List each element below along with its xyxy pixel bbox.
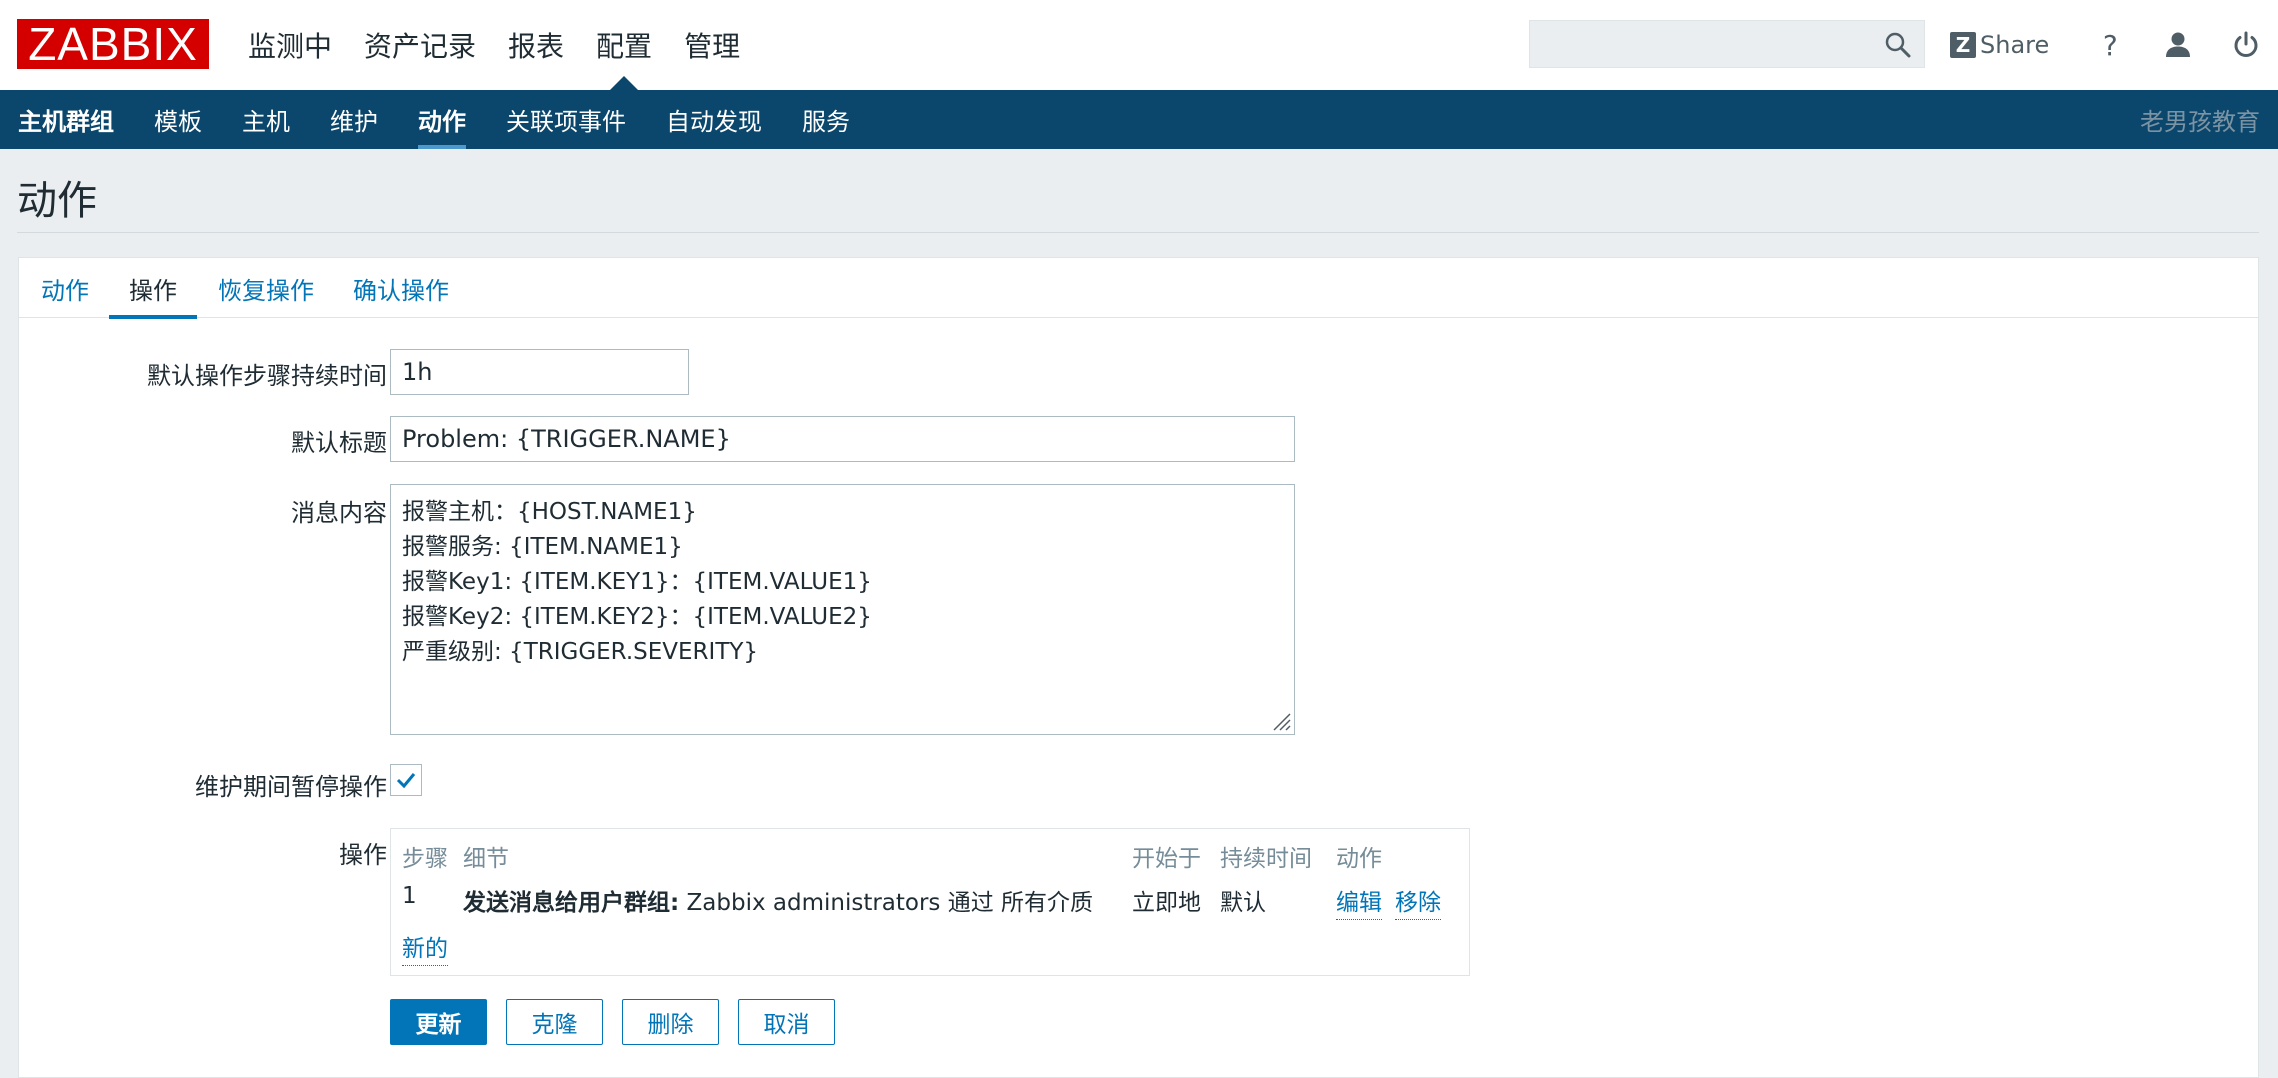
subnav-services[interactable]: 服务 <box>802 90 850 149</box>
update-button[interactable]: 更新 <box>390 999 487 1045</box>
tab-operations[interactable]: 操作 <box>109 258 197 319</box>
row-details: 发送消息给用户群组: Zabbix administrators 通过 所有介质 <box>463 883 1093 917</box>
row-details-target: Zabbix administrators 通过 所有介质 <box>679 890 1094 916</box>
search-icon[interactable] <box>1884 31 1912 59</box>
row-duration: 默认 <box>1220 890 1266 916</box>
form-tabs: 动作 操作 恢复操作 确认操作 <box>19 258 2258 319</box>
tab-ack-operations[interactable]: 确认操作 <box>353 258 449 318</box>
resize-grip-icon[interactable] <box>1270 710 1292 732</box>
message-line: 报警主机：{HOST.NAME1} <box>402 499 697 525</box>
subject-label: 默认标题 <box>291 429 387 457</box>
subnav-host-groups[interactable]: 主机群组 <box>18 90 114 149</box>
search-input[interactable] <box>1529 20 1925 68</box>
message-line: 严重级别: {TRIGGER.SEVERITY} <box>402 639 759 665</box>
row-details-type: 发送消息给用户群组: <box>463 890 680 916</box>
user-profile-icon[interactable] <box>2161 28 2195 62</box>
tab-action[interactable]: 动作 <box>41 258 89 318</box>
message-line: 报警服务: {ITEM.NAME1} <box>402 534 683 560</box>
menu-administration[interactable]: 管理 <box>668 0 756 90</box>
pause-checkbox[interactable] <box>390 764 422 796</box>
subnav-templates[interactable]: 模板 <box>154 90 202 149</box>
col-action: 动作 <box>1336 846 1382 872</box>
message-textarea[interactable]: 报警主机：{HOST.NAME1} 报警服务: {ITEM.NAME1} 报警K… <box>390 484 1295 735</box>
logo-text: ZABBIX <box>28 18 198 70</box>
message-label: 消息内容 <box>291 499 387 527</box>
sub-navigation: 主机群组 模板 主机 维护 动作 关联项事件 自动发现 服务 老男孩教育 <box>0 90 2278 149</box>
pause-label: 维护期间暂停操作 <box>195 773 387 801</box>
delete-button[interactable]: 删除 <box>622 999 719 1045</box>
operations-table: 步骤 细节 开始于 持续时间 动作 1 发送消息给用户群组: Zabbix ad… <box>390 828 1470 976</box>
step-duration-label: 默认操作步骤持续时间 <box>147 362 387 390</box>
subject-value: Problem: {TRIGGER.NAME} <box>402 425 731 453</box>
col-start-in: 开始于 <box>1132 846 1201 872</box>
new-operation-link[interactable]: 新的 <box>402 929 448 966</box>
cancel-button[interactable]: 取消 <box>738 999 835 1045</box>
share-icon: Z <box>1950 32 1976 58</box>
top-header: ZABBIX 监测中 资产记录 报表 配置 管理 Z Share ? <box>0 0 2278 90</box>
subnav-actions[interactable]: 动作 <box>418 90 466 149</box>
remove-operation-link[interactable]: 移除 <box>1395 883 1441 920</box>
row-start-in: 立即地 <box>1132 890 1201 916</box>
operations-label: 操作 <box>339 841 387 869</box>
row-step: 1 <box>402 883 417 909</box>
title-divider <box>17 232 2259 233</box>
subnav-correlation[interactable]: 关联项事件 <box>506 90 626 149</box>
col-details: 细节 <box>463 846 509 872</box>
step-duration-input[interactable]: 1h <box>390 349 689 395</box>
subnav-maintenance[interactable]: 维护 <box>330 90 378 149</box>
menu-reports[interactable]: 报表 <box>492 0 580 90</box>
message-line: 报警Key1: {ITEM.KEY1}：{ITEM.VALUE1} <box>402 569 872 595</box>
col-step: 步骤 <box>402 846 448 872</box>
col-duration: 持续时间 <box>1220 846 1312 872</box>
share-button[interactable]: Z Share <box>1950 31 2049 59</box>
brand-text: 老男孩教育 <box>2140 108 2260 136</box>
page-title: 动作 <box>17 178 97 224</box>
share-label: Share <box>1980 31 2050 59</box>
help-icon[interactable]: ? <box>2093 28 2127 62</box>
edit-operation-link[interactable]: 编辑 <box>1336 883 1382 920</box>
subnav-discovery[interactable]: 自动发现 <box>666 90 762 149</box>
menu-configuration[interactable]: 配置 <box>580 0 668 90</box>
message-line: 报警Key2: {ITEM.KEY2}：{ITEM.VALUE2} <box>402 604 872 630</box>
main-menu: 监测中 资产记录 报表 配置 管理 <box>232 0 756 90</box>
subject-input[interactable]: Problem: {TRIGGER.NAME} <box>390 416 1295 462</box>
zabbix-logo[interactable]: ZABBIX <box>17 19 209 69</box>
tab-recovery-operations[interactable]: 恢复操作 <box>218 258 314 318</box>
subnav-hosts[interactable]: 主机 <box>242 90 290 149</box>
sign-out-icon[interactable] <box>2229 28 2263 62</box>
menu-inventory[interactable]: 资产记录 <box>348 0 492 90</box>
clone-button[interactable]: 克隆 <box>506 999 603 1045</box>
action-form-panel: 动作 操作 恢复操作 确认操作 默认操作步骤持续时间 1h 默认标题 Probl… <box>18 257 2259 1078</box>
checkmark-icon <box>396 773 416 789</box>
menu-monitoring[interactable]: 监测中 <box>232 0 348 90</box>
header-actions: Z Share ? <box>1950 0 2278 90</box>
step-duration-value: 1h <box>402 358 433 386</box>
